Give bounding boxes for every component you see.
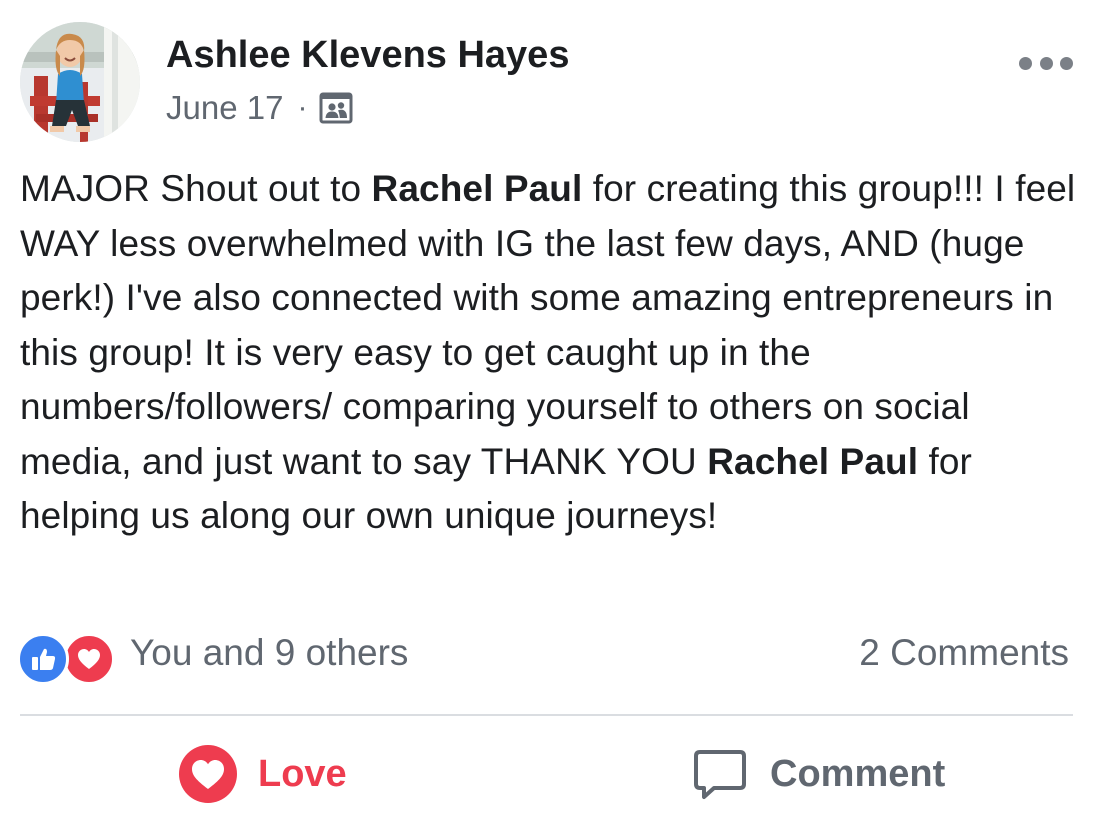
like-icon: [17, 633, 69, 685]
divider: [20, 714, 1073, 716]
reactions-summary: You and 9 others 2 Comments: [17, 630, 1069, 685]
author-name[interactable]: Ashlee Klevens Hayes: [166, 34, 569, 77]
post-text-segment: for creating this group!!! I feel WAY le…: [20, 168, 1076, 482]
comment-label: Comment: [770, 752, 946, 795]
post-text: MAJOR Shout out to Rachel Paul for creat…: [20, 162, 1080, 544]
comment-icon: [694, 750, 746, 799]
reaction-icons[interactable]: [17, 633, 120, 685]
reactions-count[interactable]: You and 9 others: [130, 632, 408, 674]
love-reaction-icon: [179, 745, 237, 803]
post-meta: June 17 ·: [166, 88, 353, 128]
meta-separator: ·: [297, 91, 308, 124]
comments-count[interactable]: 2 Comments: [859, 632, 1069, 674]
more-options-icon[interactable]: [1019, 52, 1073, 74]
mention-rachel-paul[interactable]: Rachel Paul: [372, 168, 583, 209]
action-bar: Love Comment: [0, 730, 1097, 819]
author-avatar[interactable]: [20, 22, 140, 142]
love-icon: [63, 633, 115, 685]
more-dot: [1019, 56, 1032, 70]
comment-button[interactable]: Comment: [692, 744, 945, 804]
post-header: Ashlee Klevens Hayes June 17 ·: [20, 22, 1077, 144]
avatar-photo: [20, 22, 140, 142]
love-button[interactable]: Love: [178, 744, 347, 804]
post-date[interactable]: June 17: [166, 89, 283, 127]
post-text-segment: MAJOR Shout out to: [20, 168, 372, 209]
more-dot: [1039, 56, 1053, 70]
more-dot: [1060, 56, 1073, 70]
group-audience-icon: [319, 91, 353, 125]
love-label: Love: [258, 752, 347, 795]
mention-rachel-paul[interactable]: Rachel Paul: [707, 441, 918, 482]
